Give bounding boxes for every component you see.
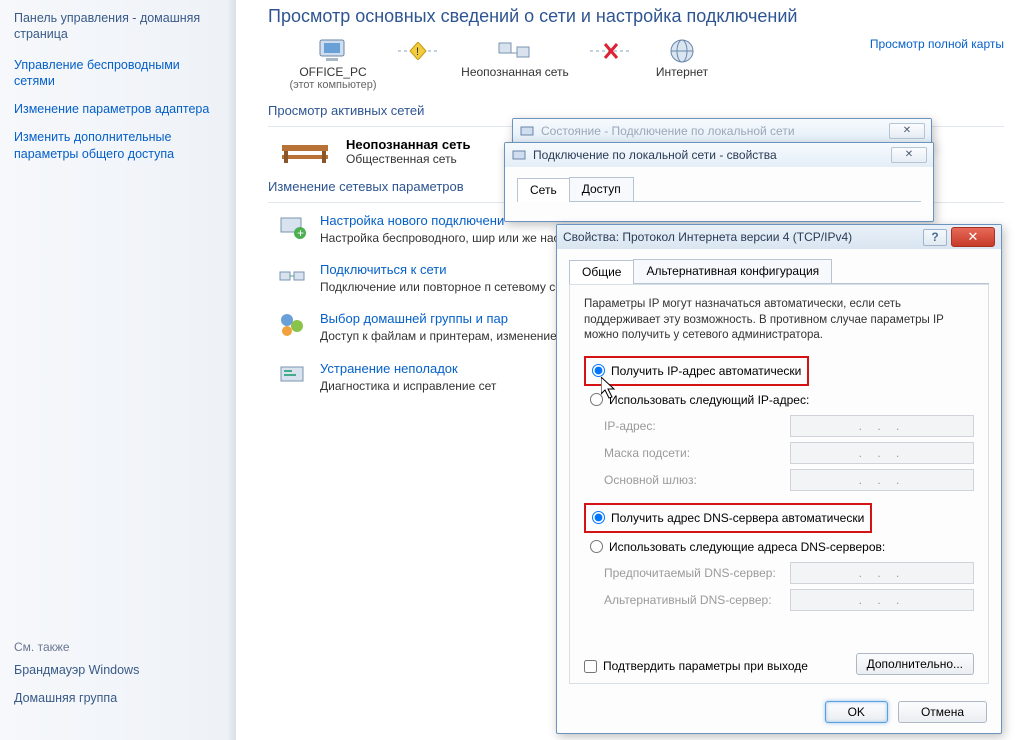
cancel-button[interactable]: Отмена bbox=[898, 701, 987, 723]
see-also-head: См. также bbox=[14, 640, 139, 654]
page-title: Просмотр основных сведений о сети и наст… bbox=[268, 6, 1004, 27]
node-internet-label: Интернет bbox=[632, 65, 732, 79]
node-pc-label: OFFICE_PC bbox=[268, 65, 398, 79]
radio-ip-auto-input[interactable] bbox=[592, 364, 605, 377]
map-connector-fail bbox=[590, 37, 632, 65]
ipv4-tabs: Общие Альтернативная конфигурация bbox=[569, 259, 989, 284]
highlight-ip-auto: Получить IP-адрес автоматически bbox=[584, 356, 809, 386]
network-map-row: OFFICE_PC (этот компьютер) ! Неопознанна… bbox=[268, 37, 1004, 91]
input-gateway: . . . bbox=[790, 469, 974, 491]
network-icon bbox=[497, 39, 533, 63]
radio-dns-auto-label: Получить адрес DNS-сервера автоматически bbox=[611, 511, 864, 525]
input-dns1: . . . bbox=[790, 562, 974, 584]
advanced-button[interactable]: Дополнительно... bbox=[856, 653, 974, 675]
connection-wizard-icon: + bbox=[278, 213, 306, 241]
node-this-pc: OFFICE_PC (этот компьютер) bbox=[268, 37, 398, 91]
dialog-props-title: Подключение по локальной сети - свойства bbox=[533, 148, 777, 162]
node-unknown-network: Неопознанная сеть bbox=[440, 37, 590, 79]
radio-ip-auto-label: Получить IP-адрес автоматически bbox=[611, 364, 801, 378]
checkbox-confirm-label: Подтвердить параметры при выходе bbox=[603, 659, 808, 673]
dialog-ipv4-title: Свойства: Протокол Интернета версии 4 (T… bbox=[563, 230, 852, 244]
network-type[interactable]: Общественная сеть bbox=[346, 152, 471, 166]
globe-icon bbox=[669, 38, 695, 64]
radio-dns-auto[interactable]: Получить адрес DNS-сервера автоматически bbox=[592, 508, 864, 528]
close-icon[interactable]: ✕ bbox=[891, 147, 927, 163]
dialog-connection-properties: Подключение по локальной сети - свойства… bbox=[504, 142, 934, 222]
ip-fields: IP-адрес:. . . Маска подсети:. . . Основ… bbox=[604, 415, 974, 491]
highlight-dns-auto: Получить адрес DNS-сервера автоматически bbox=[584, 503, 872, 533]
task-troubleshoot-link[interactable]: Устранение неполадок bbox=[320, 361, 496, 376]
help-button[interactable]: ? bbox=[923, 229, 947, 246]
ipv4-info-text: Параметры IP могут назначаться автоматич… bbox=[584, 297, 974, 344]
ipv4-panel: Параметры IP могут назначаться автоматич… bbox=[569, 284, 989, 684]
dialog-status-titlebar[interactable]: Состояние - Подключение по локальной сет… bbox=[513, 119, 931, 143]
svg-text:!: ! bbox=[416, 46, 420, 58]
tab-network[interactable]: Сеть bbox=[517, 178, 570, 202]
adapter-icon bbox=[519, 123, 535, 139]
input-ip: . . . bbox=[790, 415, 974, 437]
troubleshoot-icon bbox=[278, 361, 306, 389]
input-dns2: . . . bbox=[790, 589, 974, 611]
radio-ip-manual-input[interactable] bbox=[590, 393, 603, 406]
checkbox-confirm-input[interactable] bbox=[584, 660, 597, 673]
svg-text:+: + bbox=[297, 226, 304, 240]
radio-dns-manual-input[interactable] bbox=[590, 540, 603, 553]
task-troubleshoot-desc: Диагностика и исправление сет bbox=[320, 378, 496, 394]
dns-fields: Предпочитаемый DNS-сервер:. . . Альтерна… bbox=[604, 562, 974, 611]
pc-icon bbox=[316, 38, 350, 64]
network-name: Неопознанная сеть bbox=[346, 137, 471, 152]
see-also-firewall[interactable]: Брандмауэр Windows bbox=[14, 662, 139, 678]
tab-access[interactable]: Доступ bbox=[569, 177, 634, 201]
close-icon[interactable]: ✕ bbox=[951, 227, 995, 247]
radio-ip-manual[interactable]: Использовать следующий IP-адрес: bbox=[590, 390, 974, 410]
node-internet: Интернет bbox=[632, 37, 732, 79]
dialog-props-titlebar[interactable]: Подключение по локальной сети - свойства… bbox=[505, 143, 933, 167]
sidebar-link-adapter[interactable]: Изменение параметров адаптера bbox=[14, 101, 222, 117]
bench-icon bbox=[278, 137, 332, 167]
radio-dns-manual-label: Использовать следующие адреса DNS-сервер… bbox=[609, 540, 885, 554]
see-also-section: См. также Брандмауэр Windows Домашняя гр… bbox=[14, 640, 139, 719]
connect-icon bbox=[278, 262, 306, 290]
close-icon[interactable]: ✕ bbox=[889, 123, 925, 139]
radio-dns-auto-input[interactable] bbox=[592, 511, 605, 524]
homegroup-icon bbox=[278, 311, 306, 339]
tab-general[interactable]: Общие bbox=[569, 260, 634, 284]
dialog-status-title: Состояние - Подключение по локальной сет… bbox=[541, 124, 795, 138]
sidebar: Панель управления - домашняя страница Уп… bbox=[0, 0, 236, 740]
map-connector: ! bbox=[398, 37, 440, 65]
sidebar-link-wireless[interactable]: Управление беспроводными сетями bbox=[14, 57, 222, 90]
section-active-networks: Просмотр активных сетей bbox=[268, 103, 1004, 118]
cp-home-link[interactable]: Панель управления - домашняя страница bbox=[14, 10, 222, 43]
sidebar-link-sharing[interactable]: Изменить дополнительные параметры общего… bbox=[14, 129, 222, 162]
ipv4-footer: OK Отмена bbox=[825, 701, 987, 723]
label-ip: IP-адрес: bbox=[604, 419, 790, 433]
adapter-icon bbox=[511, 147, 527, 163]
view-full-map-link[interactable]: Просмотр полной карты bbox=[870, 37, 1004, 51]
label-gateway: Основной шлюз: bbox=[604, 473, 790, 487]
radio-dns-manual[interactable]: Использовать следующие адреса DNS-сервер… bbox=[590, 537, 974, 557]
radio-ip-auto[interactable]: Получить IP-адрес автоматически bbox=[592, 361, 801, 381]
dialog-ipv4-titlebar[interactable]: Свойства: Протокол Интернета версии 4 (T… bbox=[557, 225, 1001, 249]
checkbox-confirm-on-exit[interactable]: Подтвердить параметры при выходе bbox=[584, 659, 808, 673]
tab-alternate[interactable]: Альтернативная конфигурация bbox=[633, 259, 832, 283]
ok-button[interactable]: OK bbox=[825, 701, 888, 723]
node-pc-sub: (этот компьютер) bbox=[268, 79, 398, 91]
props-tabs: Сеть Доступ bbox=[517, 177, 921, 202]
node-unknown-label: Неопознанная сеть bbox=[440, 65, 590, 79]
input-mask: . . . bbox=[790, 442, 974, 464]
see-also-homegroup[interactable]: Домашняя группа bbox=[14, 690, 139, 706]
label-dns2: Альтернативный DNS-сервер: bbox=[604, 593, 790, 607]
radio-ip-manual-label: Использовать следующий IP-адрес: bbox=[609, 393, 809, 407]
dialog-ipv4-properties: Свойства: Протокол Интернета версии 4 (T… bbox=[556, 224, 1002, 734]
label-dns1: Предпочитаемый DNS-сервер: bbox=[604, 566, 790, 580]
label-mask: Маска подсети: bbox=[604, 446, 790, 460]
